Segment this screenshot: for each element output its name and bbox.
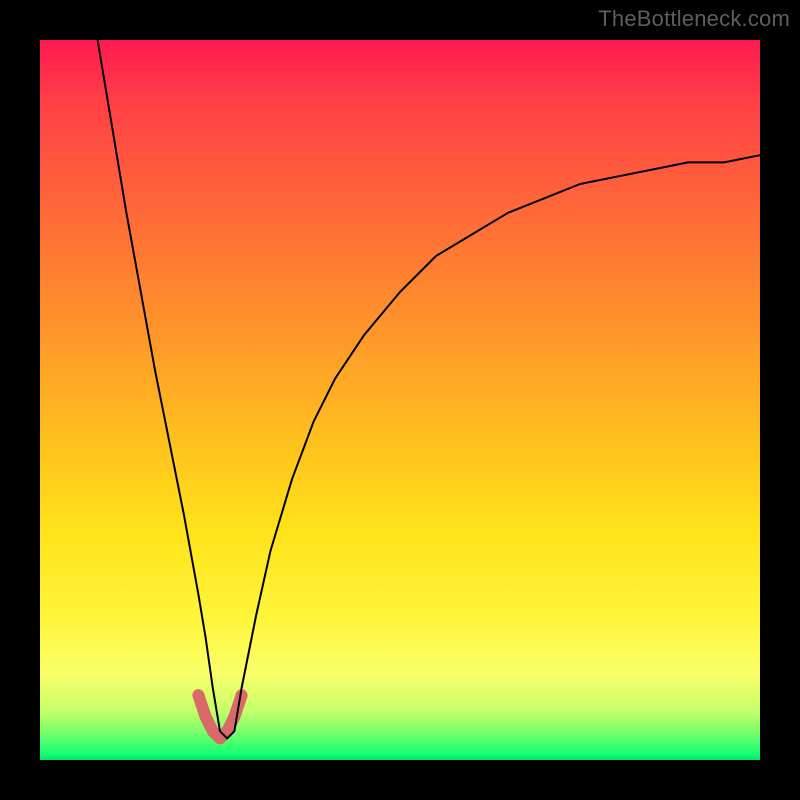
watermark-text: TheBottleneck.com xyxy=(598,6,790,32)
main-curve-path xyxy=(98,40,760,738)
chart-frame: TheBottleneck.com xyxy=(0,0,800,800)
chart-svg xyxy=(40,40,760,760)
plot-area xyxy=(40,40,760,760)
